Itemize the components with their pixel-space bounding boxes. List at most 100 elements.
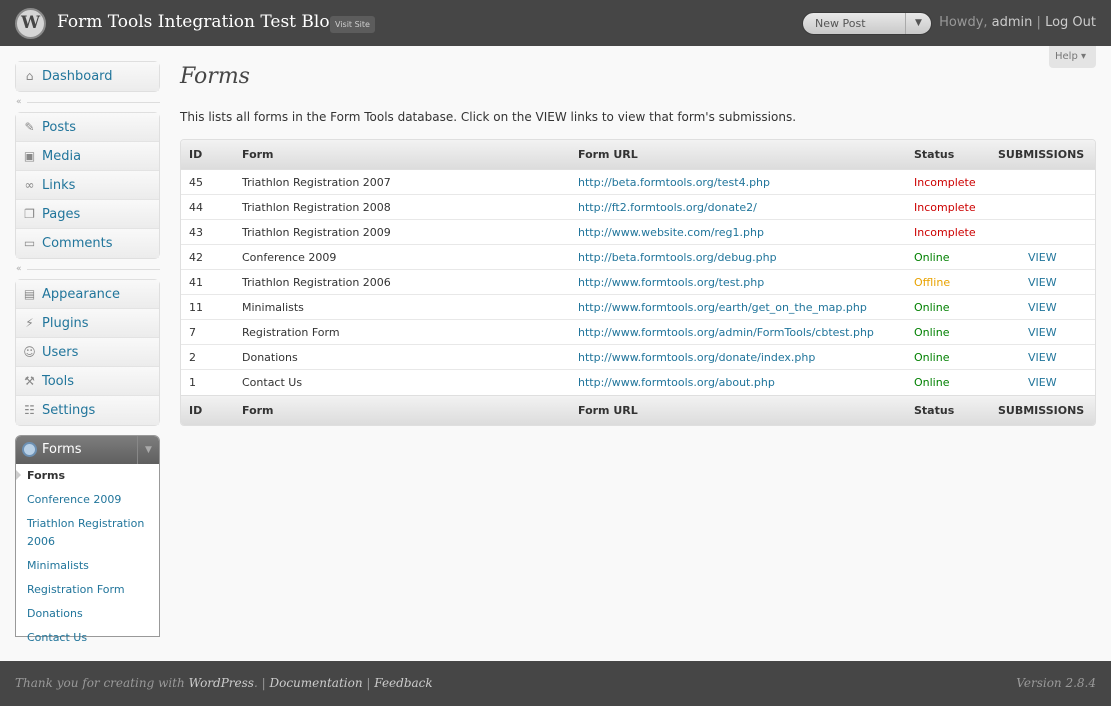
logout-link[interactable]: Log Out (1045, 15, 1096, 30)
cell-id: 44 (189, 201, 203, 214)
table-row: 11 Minimalists http://www.formtools.org/ea… (181, 295, 1095, 320)
submenu-item-registration-form[interactable]: Registration Form (16, 578, 159, 602)
forms-menu: Forms ▼ Forms Conference 2009 Triathlon … (15, 435, 160, 644)
sidebar-item-label[interactable]: Dashboard (42, 62, 113, 91)
menu-group-content: ✎ Posts ▣ Media ∞ Links ❐ Pages ▭ Commen… (15, 112, 160, 259)
table-row: 42 Conference 2009 http://beta.formtools.o… (181, 245, 1095, 270)
cell-form-name: Contact Us (242, 376, 303, 389)
column-header-url: Form URL (578, 148, 638, 161)
column-header-form: Form (242, 148, 274, 161)
table-footer: ID Form Form URL Status SUBMISSIONS (181, 395, 1095, 425)
view-submissions-link[interactable]: VIEW (1028, 370, 1057, 395)
documentation-link[interactable]: Documentation (269, 676, 362, 690)
sidebar-item-appearance[interactable]: ▤ Appearance (16, 280, 159, 309)
sidebar-item-label[interactable]: Settings (42, 396, 95, 425)
sidebar-item-comments[interactable]: ▭ Comments (16, 229, 159, 258)
feedback-link[interactable]: Feedback (374, 676, 432, 690)
menu-group-dashboard: ⌂ Dashboard (15, 61, 160, 92)
collapse-arrow-icon[interactable]: « (16, 98, 22, 107)
form-url-link[interactable]: http://www.formtools.org/test.php (578, 270, 764, 295)
form-url-link[interactable]: http://beta.formtools.org/debug.php (578, 245, 777, 270)
view-submissions-link[interactable]: VIEW (1028, 295, 1057, 320)
wordpress-link[interactable]: WordPress (189, 676, 254, 690)
sidebar-item-dashboard[interactable]: ⌂ Dashboard (16, 62, 159, 91)
chevron-down-icon[interactable]: ▼ (905, 13, 931, 34)
sidebar-item-media[interactable]: ▣ Media (16, 142, 159, 171)
submenu-item-minimalists[interactable]: Minimalists (16, 554, 159, 578)
collapse-arrow-icon[interactable]: « (16, 265, 22, 274)
chevron-down-icon[interactable]: ▼ (137, 436, 159, 464)
form-url-link[interactable]: http://www.formtools.org/admin/FormTools… (578, 320, 874, 345)
sidebar-item-label[interactable]: Plugins (42, 309, 89, 338)
form-url-link[interactable]: http://www.formtools.org/earth/get_on_th… (578, 295, 867, 320)
table-row: 7 Registration Form http://www.formtools.o… (181, 320, 1095, 345)
cell-id: 7 (189, 326, 196, 339)
form-url-link[interactable]: http://ft2.formtools.org/donate2/ (578, 195, 757, 220)
forms-menu-title[interactable]: Forms (42, 436, 82, 464)
menu-separator: « (15, 97, 160, 107)
form-url-link[interactable]: http://beta.formtools.org/test4.php (578, 170, 770, 195)
status-badge: Incomplete (914, 176, 976, 189)
sidebar-item-users[interactable]: ☺ Users (16, 338, 159, 367)
column-footer-status: Status (914, 404, 955, 417)
status-badge: Incomplete (914, 201, 976, 214)
sidebar-item-pages[interactable]: ❐ Pages (16, 200, 159, 229)
sidebar-item-label[interactable]: Posts (42, 113, 76, 142)
form-url-link[interactable]: http://www.website.com/reg1.php (578, 220, 764, 245)
form-url-link[interactable]: http://www.formtools.org/donate/index.ph… (578, 345, 815, 370)
submenu-item-forms[interactable]: Forms (16, 464, 159, 488)
page-description: This lists all forms in the Form Tools d… (180, 110, 797, 124)
help-tab[interactable]: Help ▾ (1049, 46, 1096, 68)
forms-gear-icon (22, 442, 37, 457)
sidebar-item-tools[interactable]: ⚒ Tools (16, 367, 159, 396)
column-footer-form: Form (242, 404, 274, 417)
wordpress-logo-icon[interactable]: W (15, 8, 46, 39)
form-url-link[interactable]: http://www.formtools.org/about.php (578, 370, 775, 395)
view-submissions-link[interactable]: VIEW (1028, 245, 1057, 270)
cell-id: 41 (189, 276, 203, 289)
cell-form-name: Triathlon Registration 2007 (242, 176, 391, 189)
sidebar-item-label[interactable]: Media (42, 142, 81, 171)
admin-footer: Thank you for creating with WordPress. |… (0, 661, 1111, 706)
status-badge: Offline (914, 276, 951, 289)
column-header-id: ID (189, 148, 203, 161)
status-badge: Online (914, 301, 950, 314)
sidebar-item-label[interactable]: Users (42, 338, 78, 367)
submenu-item-triathlon-2006[interactable]: Triathlon Registration 2006 (16, 512, 159, 554)
status-badge: Online (914, 251, 950, 264)
sidebar-item-label[interactable]: Comments (42, 229, 112, 258)
cell-form-name: Donations (242, 351, 298, 364)
submenu-item-conference-2009[interactable]: Conference 2009 (16, 488, 159, 512)
visit-site-button[interactable]: Visit Site (330, 16, 375, 33)
sidebar-item-label[interactable]: Tools (42, 367, 74, 396)
footer-thanks: Thank you for creating with (15, 676, 185, 690)
appearance-icon: ▤ (23, 287, 36, 301)
sidebar-item-plugins[interactable]: ⚡ Plugins (16, 309, 159, 338)
status-badge: Incomplete (914, 226, 976, 239)
new-post-dropdown[interactable]: New Post ▼ (802, 12, 932, 35)
cell-form-name: Registration Form (242, 326, 340, 339)
forms-menu-header[interactable]: Forms ▼ (16, 436, 159, 464)
submenu-item-contact-us[interactable]: Contact Us (16, 626, 159, 650)
view-submissions-link[interactable]: VIEW (1028, 270, 1057, 295)
view-submissions-link[interactable]: VIEW (1028, 320, 1057, 345)
site-title[interactable]: Form Tools Integration Test Blog (57, 12, 340, 32)
sidebar-item-links[interactable]: ∞ Links (16, 171, 159, 200)
column-header-submissions: SUBMISSIONS (998, 148, 1085, 161)
sidebar-item-label[interactable]: Pages (42, 200, 80, 229)
table-row: 41 Triathlon Registration 2006 http://www.… (181, 270, 1095, 295)
sidebar-item-posts[interactable]: ✎ Posts (16, 113, 159, 142)
view-submissions-link[interactable]: VIEW (1028, 345, 1057, 370)
sidebar-item-label[interactable]: Appearance (42, 280, 120, 309)
new-post-label[interactable]: New Post (815, 13, 866, 34)
sidebar-item-label[interactable]: Links (42, 171, 75, 200)
footer-period: . (253, 676, 258, 690)
header-divider: | (1036, 15, 1041, 30)
sidebar-item-settings[interactable]: ☷ Settings (16, 396, 159, 425)
tools-icon: ⚒ (24, 374, 35, 388)
cell-id: 45 (189, 176, 203, 189)
user-profile-link[interactable]: admin (992, 15, 1033, 30)
submenu-item-donations[interactable]: Donations (16, 602, 159, 626)
table-header: ID Form Form URL Status SUBMISSIONS (181, 140, 1095, 170)
footer-divider: | (261, 676, 266, 690)
